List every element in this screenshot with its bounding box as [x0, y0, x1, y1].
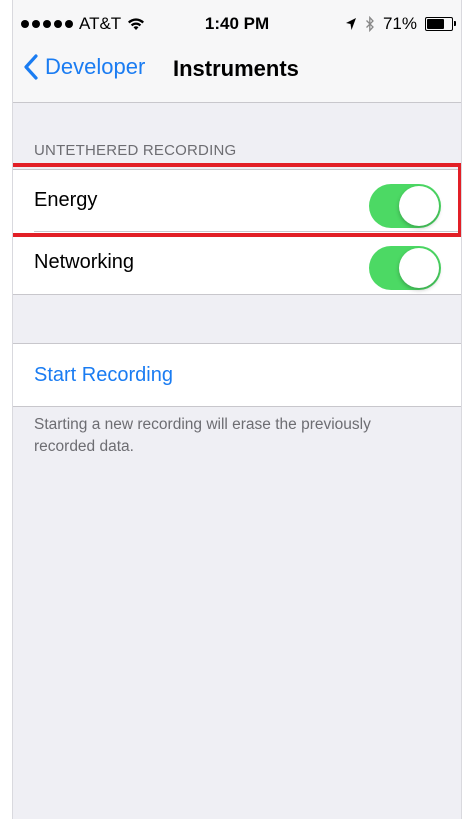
start-recording-row[interactable]: Start Recording: [13, 344, 461, 406]
chevron-left-icon: [24, 54, 38, 80]
section-header-untethered: UNTETHERED RECORDING: [34, 142, 237, 159]
battery-fill: [427, 19, 445, 29]
networking-row: Networking: [13, 232, 461, 294]
phone-screen: AT&T 1:40 PM 71% Developer Instruments U…: [12, 0, 462, 819]
energy-row: Energy: [13, 170, 461, 232]
recording-footer-note: Starting a new recording will erase the …: [34, 416, 371, 455]
battery-percent: 71%: [382, 14, 417, 33]
location-arrow-icon: [345, 18, 356, 30]
toggle-knob: [399, 186, 439, 226]
navigation-bar: Developer Instruments: [13, 40, 461, 103]
back-button-label: Developer: [45, 54, 146, 79]
page-title: Instruments: [173, 56, 299, 81]
energy-toggle[interactable]: [369, 184, 441, 228]
status-bar: AT&T 1:40 PM 71%: [13, 0, 461, 40]
back-button[interactable]: Developer: [23, 54, 145, 80]
energy-label: Energy: [34, 189, 98, 211]
bluetooth-icon: [366, 16, 374, 32]
start-recording-button[interactable]: Start Recording: [34, 364, 173, 387]
networking-label: Networking: [34, 251, 135, 273]
toggle-knob: [399, 248, 439, 288]
battery-tip: [454, 21, 456, 26]
recording-group: Start Recording: [13, 343, 461, 407]
networking-toggle[interactable]: [369, 246, 441, 290]
untethered-recording-group: Energy Networking: [13, 169, 461, 295]
status-right: 71%: [345, 14, 456, 34]
battery-icon: [425, 17, 456, 31]
